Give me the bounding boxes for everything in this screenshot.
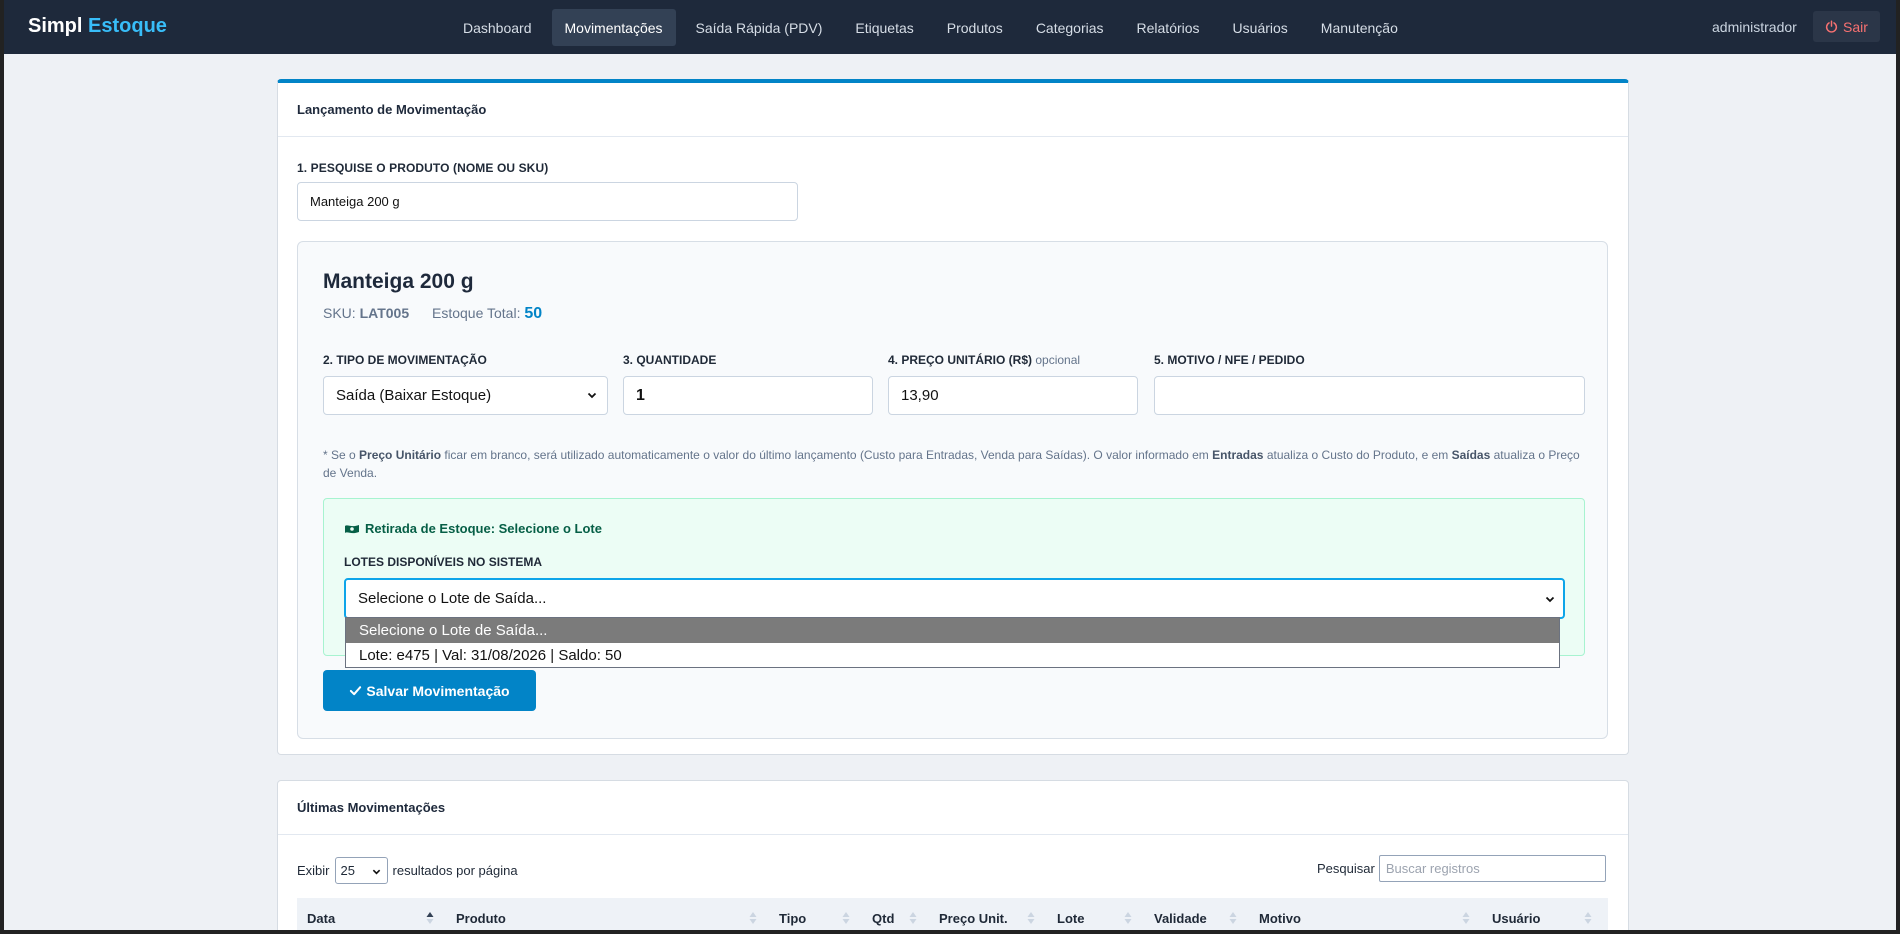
reason-input[interactable]	[1154, 376, 1585, 415]
lot-select-value: Selecione o Lote de Saída...	[358, 590, 547, 607]
money-bill-icon	[345, 524, 359, 533]
search-label: Pesquisar	[1317, 861, 1375, 876]
sort-icon	[1584, 912, 1592, 924]
sort-icon	[749, 912, 757, 924]
sort-asc-icon	[426, 912, 434, 924]
product-sku: SKU: LAT005	[323, 305, 409, 321]
sku-value: LAT005	[359, 305, 410, 321]
product-stock: Estoque Total: 50	[432, 305, 542, 323]
nav-item-movimentacoes[interactable]: Movimentações	[551, 9, 676, 46]
unit-price-input[interactable]: 13,90	[888, 376, 1138, 415]
brand-logo[interactable]: Simpl Estoque	[28, 15, 167, 38]
movement-type-select[interactable]: Saída (Baixar Estoque)	[323, 376, 608, 415]
table-header: Data Produto Tipo Qtd Preço Unit. Lote V…	[297, 898, 1608, 934]
product-name: Manteiga 200 g	[323, 270, 474, 293]
sort-icon	[1124, 912, 1132, 924]
sort-icon	[1462, 912, 1470, 924]
sort-icon	[909, 912, 917, 924]
lot-label: LOTES DISPONÍVEIS NO SISTEMA	[344, 555, 543, 569]
hint-text-3: atualiza o Custo do Produto, e em	[1263, 448, 1452, 462]
hint-text-2: ficar em branco, será utilizado automati…	[441, 448, 1213, 462]
price-optional-tag: opcional	[1035, 353, 1081, 367]
top-navbar: Simpl Estoque Dashboard Movimentações Sa…	[0, 0, 1900, 54]
table-search-input[interactable]: Buscar registros	[1378, 855, 1606, 882]
sort-icon	[1229, 912, 1237, 924]
brand-accent: Estoque	[88, 15, 167, 37]
sort-icon	[1027, 912, 1035, 924]
show-label: Exibir	[297, 863, 330, 878]
product-search-input[interactable]: Manteiga 200 g	[297, 182, 798, 221]
logout-label: Sair	[1843, 18, 1868, 35]
hint-text-1: * Se o	[323, 448, 360, 462]
nav-item-usuarios[interactable]: Usuários	[1220, 9, 1301, 46]
lot-dropdown-list: Selecione o Lote de Saída... Lote: e475 …	[345, 617, 1560, 668]
col-lote[interactable]: Lote	[1057, 898, 1084, 934]
table-search: Pesquisar Buscar registros	[1317, 855, 1606, 882]
nav-item-etiquetas[interactable]: Etiquetas	[842, 9, 926, 46]
page-length-control: Exibir 25 resultados por página	[297, 857, 518, 884]
chevron-down-icon	[1545, 596, 1555, 603]
current-user: administrador	[1712, 19, 1797, 35]
col-data[interactable]: Data	[307, 898, 335, 934]
nav-item-saida-rapida[interactable]: Saída Rápida (PDV)	[683, 9, 836, 46]
stock-label: Estoque Total:	[432, 305, 521, 321]
qty-label: 3. QUANTIDADE	[623, 353, 717, 367]
price-hint: * Se o Preço Unitário ficar em branco, s…	[323, 446, 1585, 482]
col-produto[interactable]: Produto	[456, 898, 506, 934]
lot-title-text: Retirada de Estoque: Selecione o Lote	[365, 521, 602, 536]
lot-select[interactable]: Selecione o Lote de Saída...	[344, 578, 1565, 619]
hint-bold-1: Preço Unitário	[359, 448, 442, 462]
price-label: 4. PREÇO UNITÁRIO (R$) opcional	[888, 353, 1080, 367]
lot-option-e475[interactable]: Lote: e475 | Val: 31/08/2026 | Saldo: 50	[346, 643, 1559, 668]
col-qtd[interactable]: Qtd	[872, 898, 894, 934]
nav-item-dashboard[interactable]: Dashboard	[450, 9, 545, 46]
page-size-select[interactable]: 25	[334, 857, 388, 884]
nav-item-categorias[interactable]: Categorias	[1023, 9, 1117, 46]
history-card: Últimas Movimentações Exibir 25 resultad…	[277, 780, 1629, 934]
brand-name: Simpl	[28, 15, 83, 37]
nav-item-produtos[interactable]: Produtos	[934, 9, 1016, 46]
check-icon	[350, 686, 362, 696]
chevron-down-icon	[372, 869, 380, 875]
nav-item-manutencao[interactable]: Manutenção	[1308, 9, 1411, 46]
col-validade[interactable]: Validade	[1154, 898, 1207, 934]
price-label-text: 4. PREÇO UNITÁRIO (R$)	[888, 353, 1033, 367]
stock-value: 50	[524, 305, 543, 322]
hint-bold-2: Entradas	[1212, 448, 1264, 462]
col-usuario[interactable]: Usuário	[1492, 898, 1540, 934]
type-label: 2. TIPO DE MOVIMENTAÇÃO	[323, 353, 487, 367]
hint-bold-3: Saídas	[1451, 448, 1491, 462]
save-label: Salvar Movimentação	[366, 682, 510, 699]
col-motivo[interactable]: Motivo	[1259, 898, 1301, 934]
lot-title: Retirada de Estoque: Selecione o Lote	[344, 521, 602, 536]
product-search-label: 1. PESQUISE O PRODUTO (NOME OU SKU)	[297, 161, 549, 175]
movement-type-value: Saída (Baixar Estoque)	[336, 387, 492, 404]
page-size-value: 25	[340, 863, 355, 878]
nav-links: Dashboard Movimentações Saída Rápida (PD…	[450, 9, 1418, 46]
quantity-input[interactable]: 1	[623, 376, 873, 415]
sort-icon	[842, 912, 850, 924]
col-preco-unit[interactable]: Preço Unit.	[939, 898, 1008, 934]
reason-label: 5. MOTIVO / NFE / PEDIDO	[1154, 353, 1305, 367]
nav-item-relatorios[interactable]: Relatórios	[1124, 9, 1213, 46]
form-card-title: Lançamento de Movimentação	[278, 83, 1628, 137]
sku-label: SKU:	[323, 305, 356, 321]
per-page-label: resultados por página	[392, 863, 518, 878]
lot-option-placeholder[interactable]: Selecione o Lote de Saída...	[346, 618, 1559, 643]
power-icon	[1825, 20, 1838, 33]
save-movement-button[interactable]: Salvar Movimentação	[323, 670, 536, 711]
logout-button[interactable]: Sair	[1813, 11, 1880, 42]
col-tipo[interactable]: Tipo	[779, 898, 806, 934]
chevron-down-icon	[587, 392, 597, 399]
history-title: Últimas Movimentações	[278, 781, 1628, 835]
